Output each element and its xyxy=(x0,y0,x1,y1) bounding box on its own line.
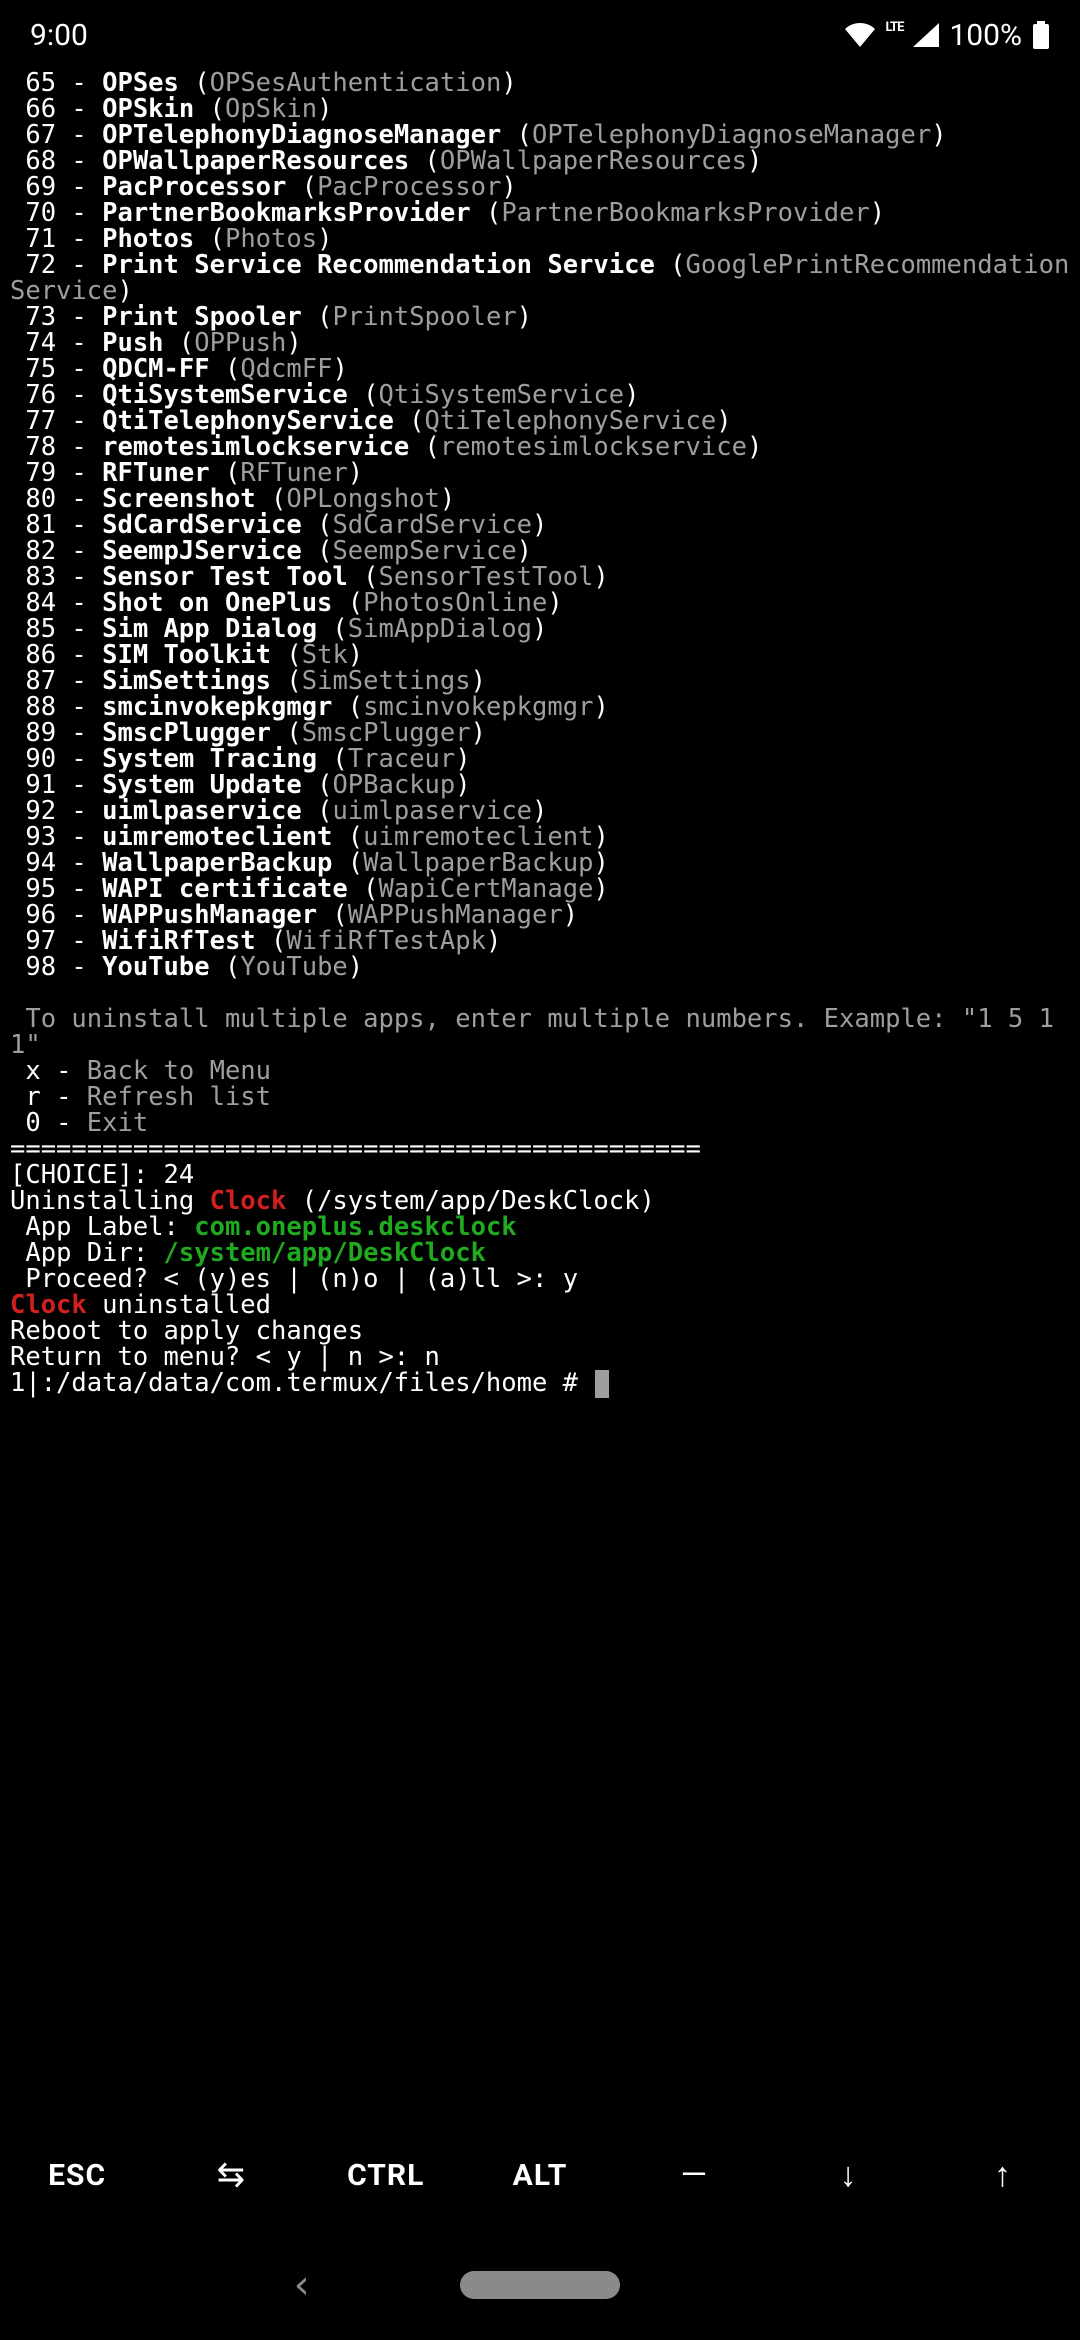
list-item: 87 - SimSettings (SimSettings) xyxy=(10,668,1070,694)
proceed-line: Proceed? < (y)es | (n)o | (a)ll >: y xyxy=(10,1266,1070,1292)
app-dir-line: App Dir: /system/app/DeskClock xyxy=(10,1240,1070,1266)
list-item: 94 - WallpaperBackup (WallpaperBackup) xyxy=(10,850,1070,876)
key-tab[interactable]: ⇆ xyxy=(154,2155,308,2195)
list-item: 77 - QtiTelephonyService (QtiTelephonySe… xyxy=(10,408,1070,434)
list-item: 90 - System Tracing (Traceur) xyxy=(10,746,1070,772)
extra-keys-row: ESC ⇆ CTRL ALT — ↓ ↑ xyxy=(0,2120,1080,2230)
list-item: 80 - Screenshot (OPLongshot) xyxy=(10,486,1070,512)
list-item: 78 - remotesimlockservice (remotesimlock… xyxy=(10,434,1070,460)
status-clock: 9:00 xyxy=(30,18,88,53)
done-line: Clock uninstalled xyxy=(10,1292,1070,1318)
list-item: 67 - OPTelephonyDiagnoseManager (OPTelep… xyxy=(10,122,1070,148)
nav-back-icon[interactable]: ‹ xyxy=(290,2262,314,2308)
list-item: 97 - WifiRfTest (WifiRfTestApk) xyxy=(10,928,1070,954)
lte-icon: LTE xyxy=(885,20,903,35)
status-icons: LTE 100% xyxy=(845,18,1050,53)
menu-item: 0 - Exit xyxy=(10,1110,1070,1136)
list-item: 69 - PacProcessor (PacProcessor) xyxy=(10,174,1070,200)
list-item: 75 - QDCM-FF (QdcmFF) xyxy=(10,356,1070,382)
list-item: 86 - SIM Toolkit (Stk) xyxy=(10,642,1070,668)
key-alt[interactable]: ALT xyxy=(463,2158,617,2193)
signal-icon xyxy=(913,23,939,47)
list-item: 92 - uimlpaservice (uimlpaservice) xyxy=(10,798,1070,824)
app-label-line: App Label: com.oneplus.deskclock xyxy=(10,1214,1070,1240)
nav-bar: ‹ xyxy=(0,2230,1080,2340)
menu-item: r - Refresh list xyxy=(10,1084,1070,1110)
key-dash[interactable]: — xyxy=(617,2155,771,2195)
list-item: 96 - WAPPushManager (WAPPushManager) xyxy=(10,902,1070,928)
list-item: 93 - uimremoteclient (uimremoteclient) xyxy=(10,824,1070,850)
reboot-line: Reboot to apply changes xyxy=(10,1318,1070,1344)
list-item: 68 - OPWallpaperResources (OPWallpaperRe… xyxy=(10,148,1070,174)
return-line: Return to menu? < y | n >: n xyxy=(10,1344,1070,1370)
key-ctrl[interactable]: CTRL xyxy=(309,2158,463,2193)
list-item: 72 - Print Service Recommendation Servic… xyxy=(10,252,1070,304)
list-item: 89 - SmscPlugger (SmscPlugger) xyxy=(10,720,1070,746)
list-item: 95 - WAPI certificate (WapiCertManage) xyxy=(10,876,1070,902)
list-item: 65 - OPSes (OPSesAuthentication) xyxy=(10,70,1070,96)
list-item: 76 - QtiSystemService (QtiSystemService) xyxy=(10,382,1070,408)
list-item: 85 - Sim App Dialog (SimAppDialog) xyxy=(10,616,1070,642)
terminal-output[interactable]: 65 - OPSes (OPSesAuthentication) 66 - OP… xyxy=(0,70,1080,2120)
list-item: 70 - PartnerBookmarksProvider (PartnerBo… xyxy=(10,200,1070,226)
key-esc[interactable]: ESC xyxy=(0,2158,154,2193)
list-item: 83 - Sensor Test Tool (SensorTestTool) xyxy=(10,564,1070,590)
list-item: 88 - smcinvokepkgmgr (smcinvokepkgmgr) xyxy=(10,694,1070,720)
battery-percent: 100% xyxy=(949,18,1022,53)
list-item: 71 - Photos (Photos) xyxy=(10,226,1070,252)
battery-icon xyxy=(1032,21,1050,49)
list-item: 66 - OPSkin (OpSkin) xyxy=(10,96,1070,122)
list-item: 82 - SeempJService (SeempService) xyxy=(10,538,1070,564)
divider: ========================================… xyxy=(10,1136,1070,1162)
list-item: 79 - RFTuner (RFTuner) xyxy=(10,460,1070,486)
list-item: 91 - System Update (OPBackup) xyxy=(10,772,1070,798)
nav-home-pill[interactable] xyxy=(460,2271,620,2299)
key-down[interactable]: ↓ xyxy=(771,2155,925,2195)
key-up[interactable]: ↑ xyxy=(926,2155,1080,2195)
menu-item: x - Back to Menu xyxy=(10,1058,1070,1084)
cursor xyxy=(595,1370,609,1398)
list-item: 74 - Push (OPPush) xyxy=(10,330,1070,356)
hint-text: To uninstall multiple apps, enter multip… xyxy=(10,1006,1070,1058)
status-bar: 9:00 LTE 100% xyxy=(0,0,1080,70)
choice-line: [CHOICE]: 24 xyxy=(10,1162,1070,1188)
uninstalling-line: Uninstalling Clock (/system/app/DeskCloc… xyxy=(10,1188,1070,1214)
shell-prompt[interactable]: 1|:/data/data/com.termux/files/home # xyxy=(10,1370,1070,1398)
list-item: 81 - SdCardService (SdCardService) xyxy=(10,512,1070,538)
list-item: 84 - Shot on OnePlus (PhotosOnline) xyxy=(10,590,1070,616)
list-item: 73 - Print Spooler (PrintSpooler) xyxy=(10,304,1070,330)
wifi-icon xyxy=(845,23,875,47)
list-item: 98 - YouTube (YouTube) xyxy=(10,954,1070,980)
